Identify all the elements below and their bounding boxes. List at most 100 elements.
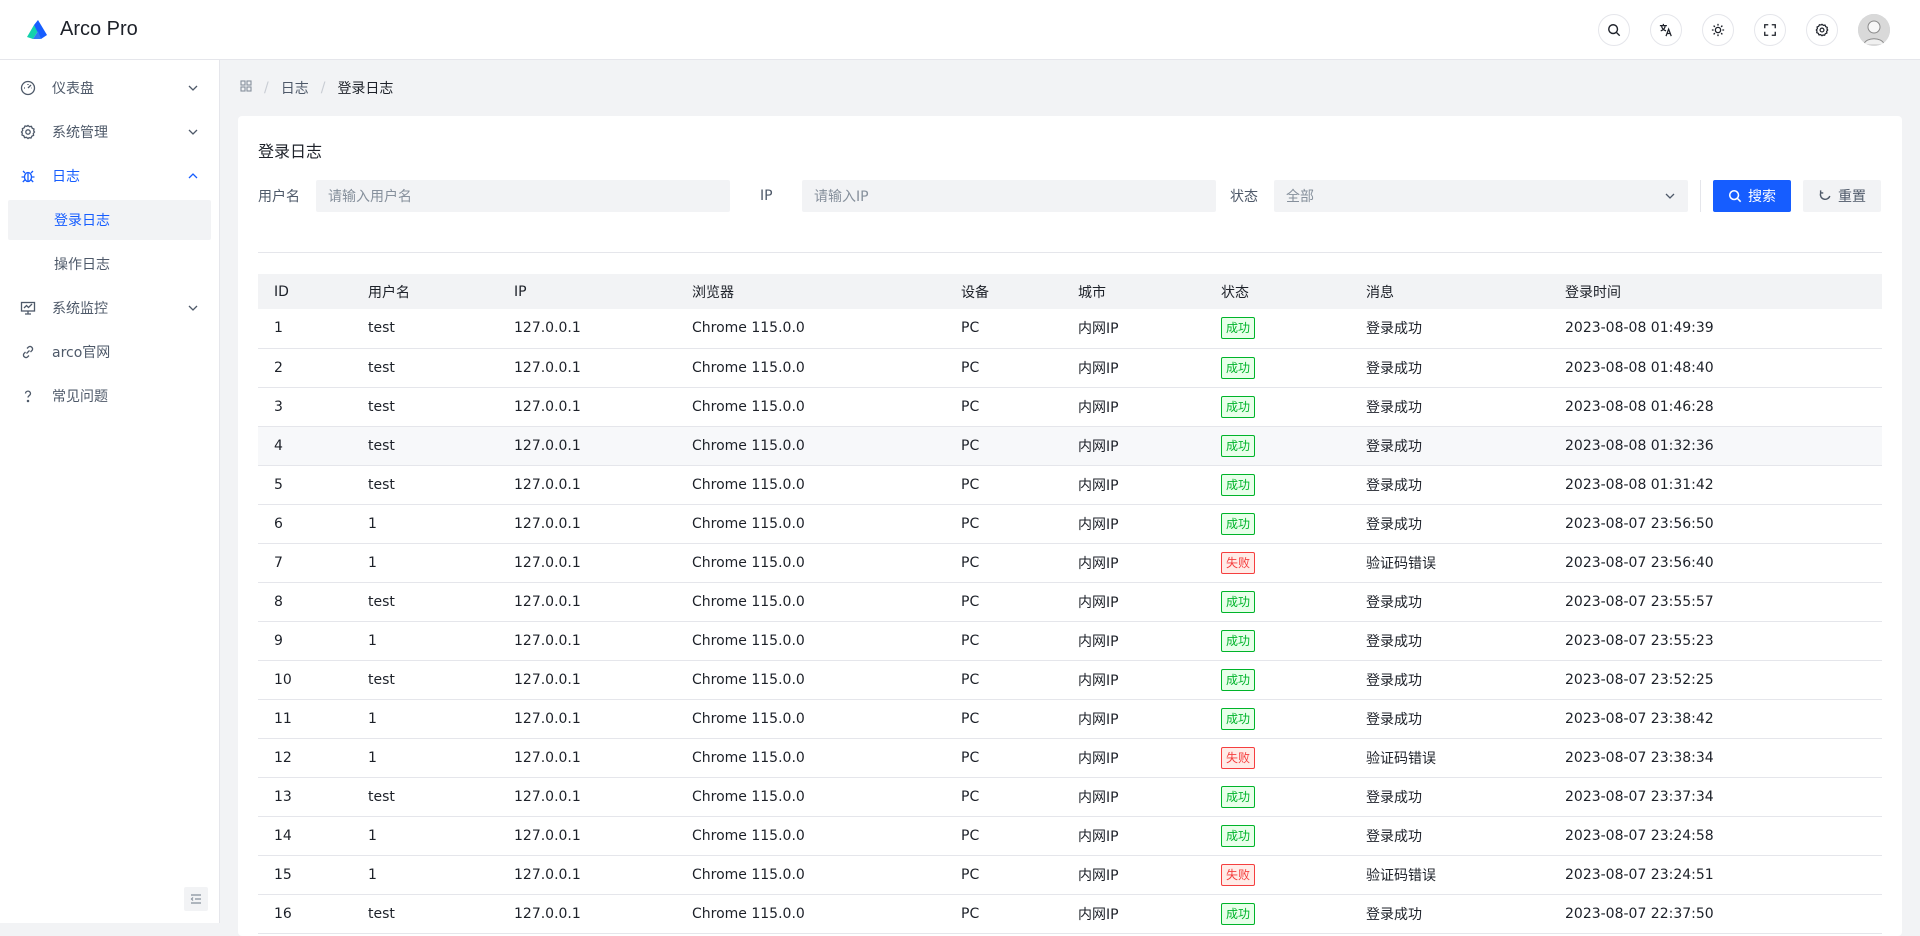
- sidebar-item-operation-log[interactable]: 操作日志: [8, 244, 211, 284]
- table-row[interactable]: 16 test 127.0.0.1 Chrome 115.0.0 PC 内网IP 成功 登录成…: [258, 894, 1882, 934]
- app-logo[interactable]: Arco Pro: [24, 17, 138, 43]
- username-input[interactable]: 请输入用户名: [316, 180, 730, 212]
- fullscreen-button[interactable]: [1754, 13, 1786, 46]
- table-cell: 2023-08-07 23:55:57: [1549, 582, 1882, 622]
- table-cell: 验证码错误: [1350, 855, 1549, 895]
- table-cell: 内网IP: [1062, 309, 1205, 349]
- table-cell: 2023-08-07 23:24:51: [1549, 855, 1882, 895]
- sidebar-item-login-log[interactable]: 登录日志: [8, 200, 211, 240]
- table-cell: 成功: [1205, 309, 1350, 349]
- table-cell: 12: [258, 738, 352, 778]
- breadcrumb-item-logs[interactable]: 日志: [281, 78, 309, 98]
- status-badge: 失败: [1221, 551, 1256, 574]
- table-cell: 2023-08-08 01:31:42: [1549, 465, 1882, 505]
- column-header: 消息: [1350, 274, 1549, 309]
- table-cell: 成功: [1205, 816, 1350, 856]
- table-cell: 成功: [1205, 504, 1350, 544]
- table-row[interactable]: 2 test 127.0.0.1 Chrome 115.0.0 PC 内网IP 成功 登录成功…: [258, 348, 1882, 388]
- status-badge: 成功: [1221, 785, 1256, 808]
- table-cell: 登录成功: [1350, 777, 1549, 817]
- table-cell: 1: [352, 855, 498, 895]
- table-cell: 15: [258, 855, 352, 895]
- table-cell: 内网IP: [1062, 738, 1205, 778]
- table-cell: PC: [945, 894, 1062, 934]
- table-cell: 127.0.0.1: [498, 309, 676, 349]
- column-header: 用户名: [352, 274, 498, 309]
- table-cell: 登录成功: [1350, 465, 1549, 505]
- sidebar-item-logs[interactable]: 日志: [8, 156, 211, 196]
- table-cell: 内网IP: [1062, 816, 1205, 856]
- table-cell: Chrome 115.0.0: [676, 660, 945, 700]
- column-header: 状态: [1205, 274, 1350, 309]
- table-row[interactable]: 5 test 127.0.0.1 Chrome 115.0.0 PC 内网IP 成功 登录成功…: [258, 465, 1882, 505]
- apps-icon[interactable]: [240, 80, 252, 96]
- table-cell: test: [352, 426, 498, 466]
- sidebar-collapse-button[interactable]: [184, 887, 208, 911]
- reset-button[interactable]: 重置: [1803, 180, 1881, 212]
- table-cell: 127.0.0.1: [498, 348, 676, 388]
- status-badge: 失败: [1221, 746, 1256, 769]
- table-row[interactable]: 11 1 127.0.0.1 Chrome 115.0.0 PC 内网IP 成功 登录成功 20…: [258, 699, 1882, 739]
- table-cell: 2: [258, 348, 352, 388]
- table-cell: 登录成功: [1350, 348, 1549, 388]
- sidebar-item-faq[interactable]: 常见问题: [8, 376, 211, 416]
- table-cell: 2023-08-08 01:46:28: [1549, 387, 1882, 427]
- chevron-down-icon: [187, 82, 199, 94]
- table-row[interactable]: 10 test 127.0.0.1 Chrome 115.0.0 PC 内网IP 成功 登录成…: [258, 660, 1882, 700]
- table-cell: Chrome 115.0.0: [676, 816, 945, 856]
- table-row[interactable]: 9 1 127.0.0.1 Chrome 115.0.0 PC 内网IP 成功 登录成功 202…: [258, 621, 1882, 661]
- bug-icon: [20, 168, 36, 184]
- table-cell: 登录成功: [1350, 309, 1549, 349]
- table-cell: 1: [352, 738, 498, 778]
- table-cell: test: [352, 387, 498, 427]
- status-label: 状态: [1230, 189, 1258, 205]
- ip-input[interactable]: 请输入IP: [802, 180, 1216, 212]
- table-cell: PC: [945, 348, 1062, 388]
- table-row[interactable]: 3 test 127.0.0.1 Chrome 115.0.0 PC 内网IP 成功 登录成功…: [258, 387, 1882, 427]
- column-header: 浏览器: [676, 274, 945, 309]
- table-cell: PC: [945, 426, 1062, 466]
- language-button[interactable]: [1650, 13, 1682, 46]
- table-cell: 127.0.0.1: [498, 465, 676, 505]
- search-button[interactable]: 搜索: [1713, 180, 1791, 212]
- table-cell: 2023-08-07 23:24:58: [1549, 816, 1882, 856]
- table-row[interactable]: 13 test 127.0.0.1 Chrome 115.0.0 PC 内网IP 成功 登录成…: [258, 777, 1882, 817]
- search-button[interactable]: [1598, 13, 1630, 46]
- sidebar-item-system-management[interactable]: 系统管理: [8, 112, 211, 152]
- table-cell: 失败: [1205, 738, 1350, 778]
- theme-toggle-button[interactable]: [1702, 13, 1734, 46]
- table-cell: 2023-08-08 01:32:36: [1549, 426, 1882, 466]
- table-cell: 127.0.0.1: [498, 504, 676, 544]
- table-cell: 127.0.0.1: [498, 699, 676, 739]
- table-row[interactable]: 12 1 127.0.0.1 Chrome 115.0.0 PC 内网IP 失败 验证码错误 2…: [258, 738, 1882, 778]
- table-cell: 内网IP: [1062, 543, 1205, 583]
- table-row[interactable]: 1 test 127.0.0.1 Chrome 115.0.0 PC 内网IP 成功 登录成功…: [258, 309, 1882, 349]
- sidebar-item-arco-site[interactable]: arco官网: [8, 332, 211, 372]
- table-row[interactable]: 4 test 127.0.0.1 Chrome 115.0.0 PC 内网IP 成功 登录成功…: [258, 426, 1882, 466]
- table-row[interactable]: 6 1 127.0.0.1 Chrome 115.0.0 PC 内网IP 成功 登录成功 202…: [258, 504, 1882, 544]
- table-row[interactable]: 15 1 127.0.0.1 Chrome 115.0.0 PC 内网IP 失败 验证码错误 2…: [258, 855, 1882, 895]
- table-cell: 成功: [1205, 582, 1350, 622]
- breadcrumb-separator: /: [320, 80, 326, 96]
- table-cell: 内网IP: [1062, 465, 1205, 505]
- chevron-down-icon: [1665, 193, 1675, 199]
- table-cell: PC: [945, 816, 1062, 856]
- table-row[interactable]: 14 1 127.0.0.1 Chrome 115.0.0 PC 内网IP 成功 登录成功 20…: [258, 816, 1882, 856]
- table-row[interactable]: 7 1 127.0.0.1 Chrome 115.0.0 PC 内网IP 失败 验证码错误 20…: [258, 543, 1882, 583]
- settings-button[interactable]: [1806, 13, 1838, 46]
- search-icon: [1608, 23, 1621, 36]
- table-cell: Chrome 115.0.0: [676, 777, 945, 817]
- status-select[interactable]: 全部: [1274, 180, 1688, 212]
- sidebar-item-dashboard[interactable]: 仪表盘: [8, 68, 211, 108]
- table-cell: 成功: [1205, 348, 1350, 388]
- table-cell: 失败: [1205, 543, 1350, 583]
- user-avatar[interactable]: [1858, 13, 1890, 46]
- table-cell: PC: [945, 504, 1062, 544]
- table-row[interactable]: 8 test 127.0.0.1 Chrome 115.0.0 PC 内网IP 成功 登录成功…: [258, 582, 1882, 622]
- sidebar-item-system-monitor[interactable]: 系统监控: [8, 288, 211, 328]
- table-cell: 14: [258, 816, 352, 856]
- avatar-icon: [1858, 13, 1890, 46]
- table-cell: 4: [258, 426, 352, 466]
- table-cell: 1: [352, 621, 498, 661]
- table-cell: 1: [258, 309, 352, 349]
